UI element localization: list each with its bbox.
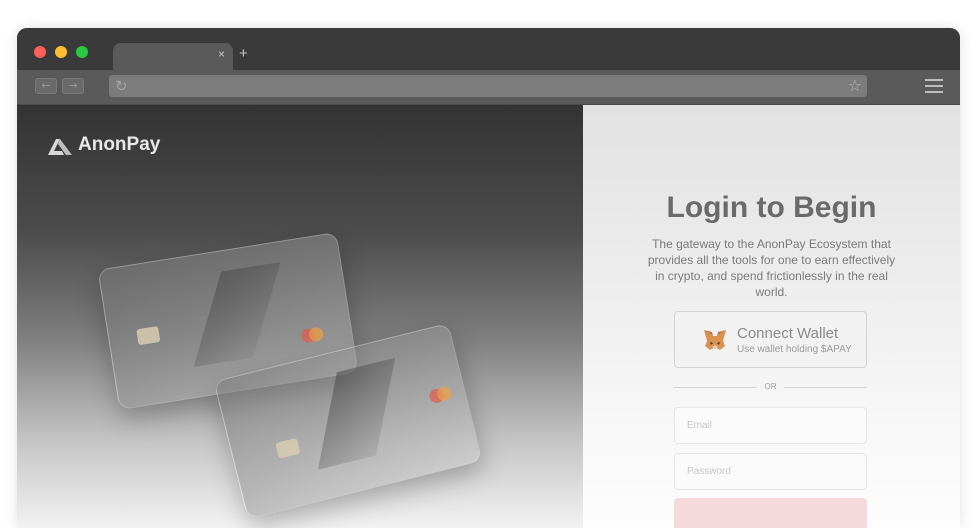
password-input[interactable] [675, 454, 866, 489]
card-chip [136, 326, 161, 346]
bookmark-star-icon[interactable]: ☆ [848, 76, 862, 95]
brand-logo[interactable]: AnonPay [48, 134, 160, 156]
brand-name: AnonPay [78, 134, 161, 155]
browser-tab[interactable]: × [113, 43, 233, 70]
close-window-button[interactable] [34, 46, 46, 58]
card-chip [275, 437, 301, 459]
browser-toolbar: ← → ↻ ☆ [17, 70, 960, 105]
page-description: The gateway to the AnonPay Ecosystem tha… [647, 237, 896, 299]
login-panel: Login to Begin The gateway to the AnonPa… [583, 105, 960, 528]
email-field[interactable] [674, 407, 867, 444]
login-button[interactable] [674, 498, 867, 528]
email-input[interactable] [675, 408, 866, 443]
title-bar: × + [17, 28, 960, 70]
or-divider: OR [674, 381, 867, 393]
connect-wallet-sublabel: Use wallet holding $APAY [737, 344, 852, 355]
connect-wallet-label: Connect Wallet [737, 325, 839, 342]
anonpay-logo-icon [48, 139, 72, 155]
address-bar[interactable]: ↻ ☆ [109, 75, 867, 97]
maximize-window-button[interactable] [76, 46, 88, 58]
minimize-window-button[interactable] [55, 46, 67, 58]
mastercard-icon [300, 326, 325, 344]
reload-icon[interactable]: ↻ [115, 77, 128, 95]
forward-button[interactable]: → [62, 78, 84, 94]
mastercard-icon [428, 385, 453, 405]
tab-close-icon[interactable]: × [218, 47, 225, 61]
page-content: AnonPay Login to Begin The gateway to th… [17, 105, 960, 528]
connect-wallet-button[interactable]: Connect Wallet Use wallet holding $APAY [674, 311, 867, 368]
password-field[interactable] [674, 453, 867, 490]
browser-window: × + ← → ↻ ☆ AnonPay Login to Begin The g… [17, 28, 960, 528]
browser-menu-icon[interactable] [925, 79, 943, 93]
page-title: Login to Begin [666, 191, 877, 224]
hero-panel: AnonPay [17, 105, 583, 528]
back-button[interactable]: ← [35, 78, 57, 94]
new-tab-button[interactable]: + [239, 45, 248, 62]
metamask-fox-icon [704, 330, 726, 350]
